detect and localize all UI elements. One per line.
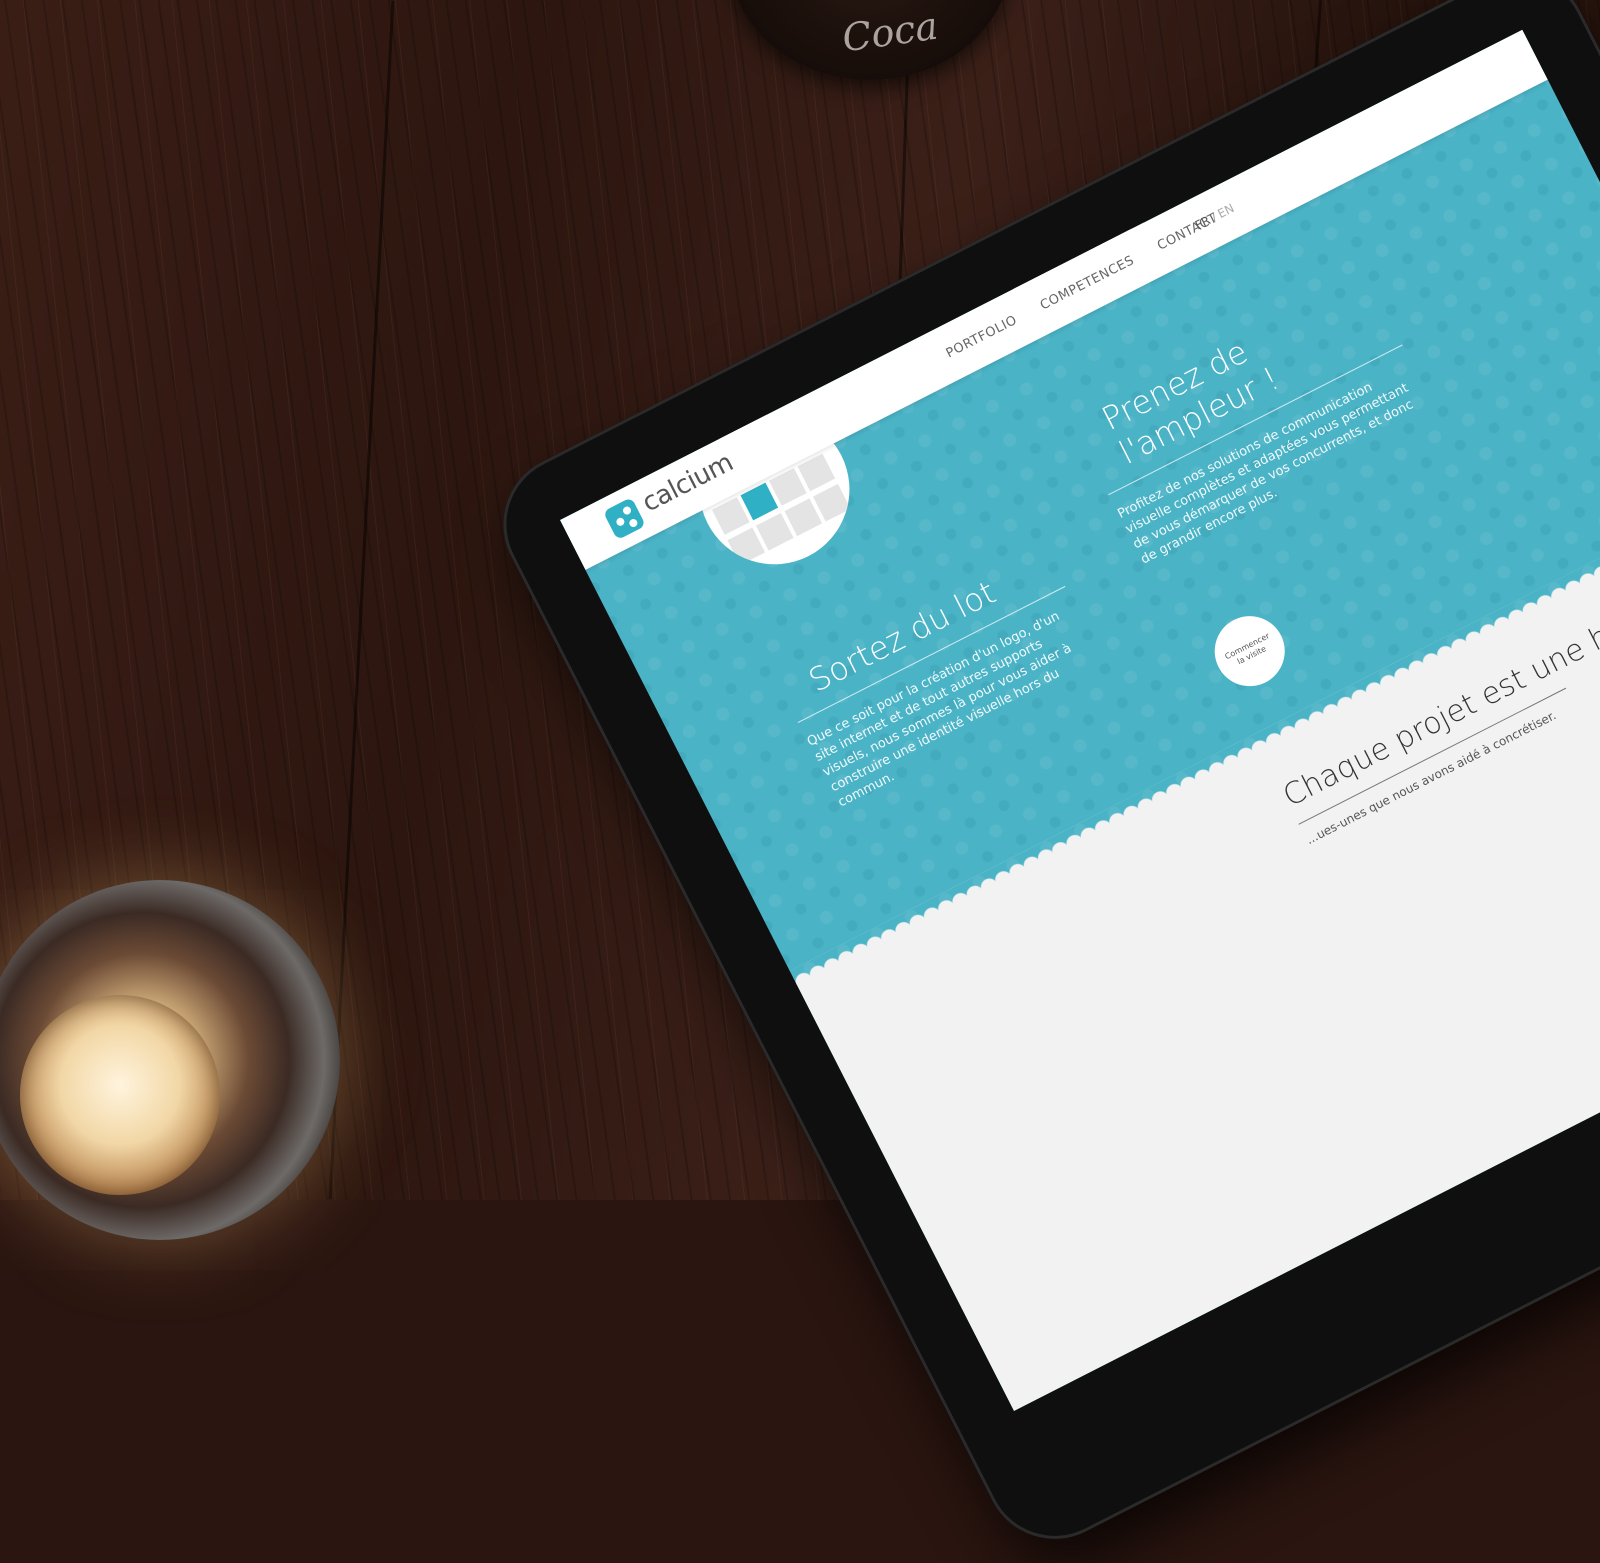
- lang-en[interactable]: EN: [1215, 201, 1236, 221]
- candle-flame-glow: [20, 995, 220, 1195]
- nav-portfolio[interactable]: PORTFOLIO: [944, 312, 1020, 361]
- calcium-logo-icon[interactable]: [602, 497, 646, 541]
